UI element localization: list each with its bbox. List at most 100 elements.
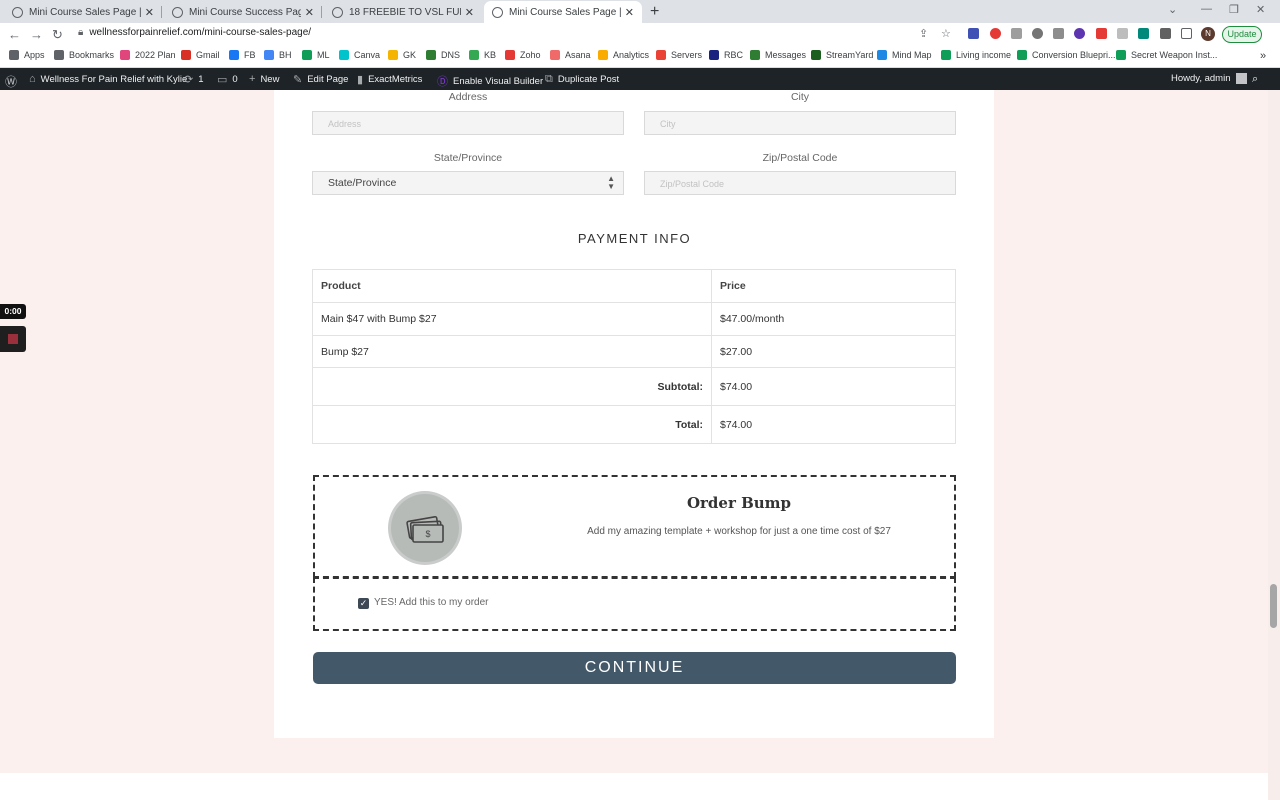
- restore-icon[interactable]: ❐: [1229, 3, 1239, 16]
- extension-icon[interactable]: [968, 28, 979, 39]
- bookmark-bookmarks[interactable]: Bookmarks: [54, 50, 114, 60]
- continue-button[interactable]: CONTINUE: [313, 652, 956, 684]
- tab-mini-course-sales[interactable]: Mini Course Sales Page | Wellnes ✕: [4, 1, 162, 23]
- bookmark-living-income[interactable]: Living income: [941, 50, 1011, 60]
- camera-icon[interactable]: [1011, 28, 1022, 39]
- streamyard-icon: [811, 50, 821, 60]
- bookmark-favicon-icon: [877, 50, 887, 60]
- site-name-link[interactable]: ⌂ Wellness For Pain Relief with Kylie: [29, 73, 187, 85]
- side-panel-icon[interactable]: [1181, 28, 1192, 39]
- share-icon[interactable]: ⇪: [919, 27, 928, 40]
- bookmark-secret-weapon[interactable]: Secret Weapon Inst...: [1116, 50, 1217, 60]
- bookmark-favicon-icon: [302, 50, 312, 60]
- forward-icon[interactable]: →: [30, 27, 43, 42]
- gmail-icon: [181, 50, 191, 60]
- bookmark-favicon-icon: [709, 50, 719, 60]
- tab-freebie-funnel[interactable]: 18 FREEBIE TO VSL FUNNEL – Su ✕: [324, 1, 482, 23]
- payment-table: Product Price Main $47 with Bump $27 $47…: [312, 269, 956, 444]
- bookmark-rbc[interactable]: RBC: [709, 50, 743, 60]
- bookmark-canva[interactable]: Canva: [339, 50, 380, 60]
- wordpress-logo-icon[interactable]: Ⓦ: [5, 73, 22, 90]
- bookmark-kb[interactable]: KB: [469, 50, 496, 60]
- extension-icon[interactable]: [1117, 28, 1128, 39]
- bookmark-dns[interactable]: DNS: [426, 50, 460, 60]
- state-select[interactable]: State/Province ▲ ▼: [312, 171, 624, 195]
- minimize-icon[interactable]: —: [1201, 3, 1212, 15]
- table-row: Bump $27 $27.00: [312, 335, 956, 368]
- bookmark-conversion-blueprint[interactable]: Conversion Bluepri...: [1017, 50, 1116, 60]
- exactmetrics-link[interactable]: ▮ ExactMetrics: [357, 73, 422, 86]
- bookmark-2022-plan[interactable]: 2022 Plan: [120, 50, 176, 60]
- close-tab-icon[interactable]: ✕: [305, 6, 314, 19]
- add-to-order-label[interactable]: YES! Add this to my order: [374, 597, 489, 608]
- total-value: $74.00: [711, 405, 956, 444]
- bookmark-bh[interactable]: BH: [264, 50, 292, 60]
- bookmark-ml[interactable]: ML: [302, 50, 330, 60]
- bookmark-gmail[interactable]: Gmail: [181, 50, 220, 60]
- new-tab-icon[interactable]: +: [650, 3, 659, 21]
- messages-icon: [750, 50, 760, 60]
- bookmark-servers[interactable]: Servers: [656, 50, 702, 60]
- more-bookmarks-icon[interactable]: »: [1260, 50, 1266, 62]
- tab-mini-course-success[interactable]: Mini Course Success Page | Welln ✕: [164, 1, 322, 23]
- price-cell: $47.00/month: [711, 302, 956, 336]
- bookmark-apps[interactable]: Apps: [9, 50, 45, 60]
- table-row: Main $47 with Bump $27 $47.00/month: [312, 302, 956, 336]
- recording-timer: 0:00: [0, 304, 26, 319]
- close-tab-icon[interactable]: ✕: [145, 6, 154, 19]
- zip-field[interactable]: Zip/Postal Code: [644, 171, 956, 195]
- close-tab-icon[interactable]: ✕: [625, 6, 634, 19]
- product-cell: Main $47 with Bump $27: [312, 302, 712, 336]
- puzzle-icon[interactable]: [1160, 28, 1171, 39]
- bookmark-streamyard[interactable]: StreamYard: [811, 50, 873, 60]
- close-tab-icon[interactable]: ✕: [465, 6, 474, 19]
- stop-recording-button[interactable]: [0, 326, 26, 352]
- extension-icon[interactable]: [1138, 28, 1149, 39]
- bookmark-messages[interactable]: Messages: [750, 50, 806, 60]
- duplicate-post-link[interactable]: ⧉ Duplicate Post: [545, 73, 619, 86]
- profile-avatar[interactable]: N: [1201, 27, 1215, 41]
- comments-link[interactable]: ▭ 0: [217, 73, 238, 86]
- reload-icon[interactable]: ↻: [52, 27, 63, 43]
- bookmark-zoho[interactable]: Zoho: [505, 50, 541, 60]
- enable-visual-builder-link[interactable]: Ⓓ Enable Visual Builder: [437, 73, 543, 89]
- extension-icon[interactable]: [1053, 28, 1064, 39]
- search-icon[interactable]: ⌕: [1252, 73, 1263, 86]
- city-field[interactable]: City: [644, 111, 956, 135]
- bookmark-favicon-icon: [656, 50, 666, 60]
- edit-page-link[interactable]: ✎ Edit Page: [293, 73, 348, 86]
- lock-icon: 🔒︎: [78, 27, 84, 38]
- price-header: Price: [711, 269, 956, 303]
- extension-icon[interactable]: [990, 28, 1001, 39]
- extension-icon[interactable]: [1096, 28, 1107, 39]
- bookmark-star-icon[interactable]: ☆: [941, 27, 951, 40]
- total-label: Total:: [312, 405, 712, 444]
- scrollbar-thumb[interactable]: [1270, 584, 1277, 628]
- chevron-down-icon[interactable]: ⌄: [1168, 3, 1177, 16]
- extension-icon[interactable]: [1032, 28, 1043, 39]
- globe-icon: [492, 6, 503, 18]
- bookmark-fb[interactable]: FB: [229, 50, 256, 60]
- address-bar[interactable]: 🔒︎ wellnessforpainrelief.com/mini-course-…: [78, 27, 311, 38]
- stop-icon: [8, 334, 18, 344]
- extension-icon[interactable]: [1074, 28, 1085, 39]
- address-label: Address: [448, 91, 488, 103]
- bookmark-gk[interactable]: GK: [388, 50, 416, 60]
- globe-icon: [172, 6, 183, 18]
- add-to-order-checkbox[interactable]: ✓: [358, 598, 369, 609]
- update-button[interactable]: Update: [1222, 26, 1262, 43]
- bookmark-asana[interactable]: Asana: [550, 50, 591, 60]
- page-scrollbar[interactable]: [1268, 90, 1280, 800]
- new-content-link[interactable]: + New: [249, 73, 279, 85]
- bookmark-analytics[interactable]: Analytics: [598, 50, 649, 60]
- tab-active-sales-page[interactable]: Mini Course Sales Page | Wellnes ✕: [484, 1, 642, 23]
- address-field[interactable]: Address: [312, 111, 624, 135]
- account-menu[interactable]: Howdy, admin: [1171, 73, 1247, 84]
- canva-icon: [339, 50, 349, 60]
- bookmark-mind-map[interactable]: Mind Map: [877, 50, 932, 60]
- updates-link[interactable]: ⟳ 1: [184, 73, 204, 86]
- city-label: City: [790, 91, 810, 103]
- back-icon[interactable]: ←: [8, 27, 21, 42]
- close-window-icon[interactable]: ✕: [1256, 3, 1265, 16]
- facebook-icon: [229, 50, 239, 60]
